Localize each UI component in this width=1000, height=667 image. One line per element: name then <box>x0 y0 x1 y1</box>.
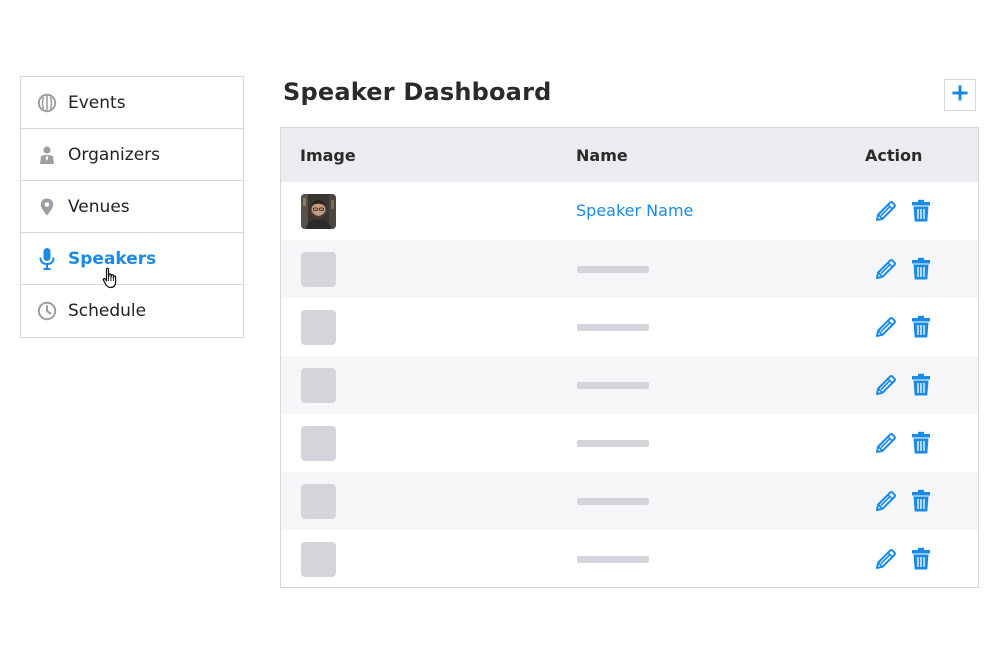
column-header-name: Name <box>576 145 628 165</box>
globe-icon <box>37 93 57 113</box>
map-pin-icon <box>37 197 57 217</box>
column-header-image: Image <box>300 145 356 165</box>
sidebar-item-speakers[interactable]: Speakers <box>21 233 243 289</box>
page-title: Speaker Dashboard <box>283 78 552 106</box>
table-header: Image Name Action <box>281 128 978 182</box>
image-placeholder <box>301 484 336 519</box>
sidebar-item-label: Speakers <box>68 248 157 269</box>
clock-icon <box>37 301 57 321</box>
name-placeholder <box>577 556 649 563</box>
trash-icon[interactable] <box>910 199 932 223</box>
table-row <box>281 472 978 530</box>
sidebar-item-label: Venues <box>68 196 130 217</box>
image-placeholder <box>301 310 336 345</box>
trash-icon[interactable] <box>910 431 932 455</box>
sidebar-item-label: Events <box>68 92 126 113</box>
speakers-table: Image Name Action Speaker Name <box>280 127 979 588</box>
sidebar-item-venues[interactable]: Venues <box>21 181 243 233</box>
sidebar-item-organizers[interactable]: Organizers <box>21 129 243 181</box>
table-row <box>281 298 978 356</box>
table-row: Speaker Name <box>281 182 978 240</box>
sidebar-nav: Events Organizers Venues Speakers Schedu… <box>20 76 244 338</box>
table-row <box>281 356 978 414</box>
image-placeholder <box>301 542 336 577</box>
add-speaker-button[interactable] <box>944 79 976 111</box>
pencil-icon[interactable] <box>874 547 898 571</box>
sidebar-item-label: Schedule <box>68 301 147 321</box>
trash-icon[interactable] <box>910 489 932 513</box>
sidebar-item-label: Organizers <box>68 144 161 165</box>
speaker-photo <box>301 194 336 229</box>
name-placeholder <box>577 440 649 447</box>
image-placeholder <box>301 426 336 461</box>
sidebar-item-schedule[interactable]: Schedule <box>21 285 243 337</box>
person-icon <box>37 145 57 165</box>
column-header-action: Action <box>865 145 923 165</box>
name-placeholder <box>577 498 649 505</box>
table-row <box>281 240 978 298</box>
pencil-icon[interactable] <box>874 373 898 397</box>
trash-icon[interactable] <box>910 257 932 281</box>
name-placeholder <box>577 266 649 273</box>
image-placeholder <box>301 252 336 287</box>
trash-icon[interactable] <box>910 373 932 397</box>
microphone-icon <box>37 247 57 270</box>
table-row <box>281 414 978 472</box>
speaker-name-link[interactable]: Speaker Name <box>576 201 693 220</box>
pencil-icon[interactable] <box>874 257 898 281</box>
plus-icon <box>951 84 969 106</box>
name-placeholder <box>577 382 649 389</box>
trash-icon[interactable] <box>910 315 932 339</box>
pencil-icon[interactable] <box>874 315 898 339</box>
pencil-icon[interactable] <box>874 431 898 455</box>
table-row <box>281 530 978 588</box>
sidebar-item-events[interactable]: Events <box>21 77 243 129</box>
trash-icon[interactable] <box>910 547 932 571</box>
image-placeholder <box>301 368 336 403</box>
pencil-icon[interactable] <box>874 199 898 223</box>
pencil-icon[interactable] <box>874 489 898 513</box>
name-placeholder <box>577 324 649 331</box>
